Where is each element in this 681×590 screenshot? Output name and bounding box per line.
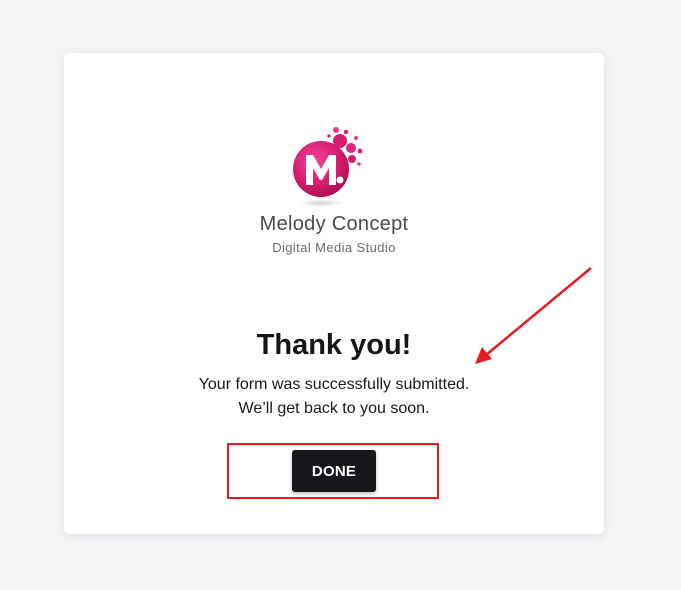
brand-logo	[64, 124, 604, 210]
confirmation-line-1: Your form was successfully submitted.	[198, 376, 470, 393]
brand-tagline: Digital Media Studio	[272, 240, 396, 255]
done-button[interactable]: DONE	[292, 450, 376, 492]
brand-name: Melody Concept	[259, 213, 409, 235]
melody-concept-logo-icon	[293, 127, 363, 207]
confirmation-message: Your form was successfully submitted. We…	[64, 373, 604, 421]
confirmation-card: Melody Concept Digital Media Studio Than…	[64, 53, 604, 534]
confirmation-line-2: We’ll get back to you soon.	[238, 400, 430, 417]
thank-you-heading: Thank you!	[256, 329, 412, 361]
